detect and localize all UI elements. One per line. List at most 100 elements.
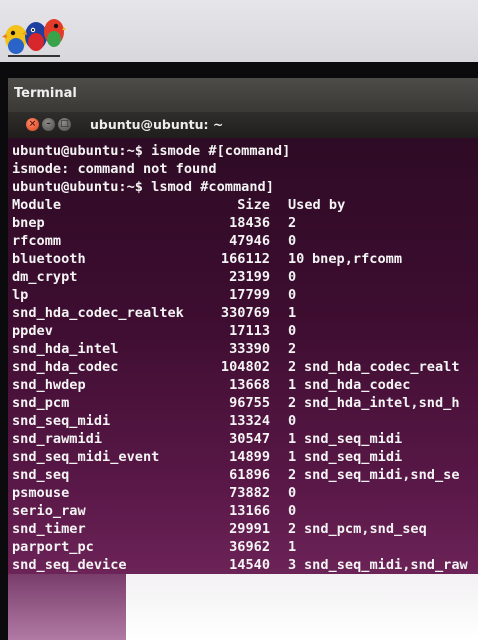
- module-use-count: 2: [288, 467, 297, 483]
- module-name: snd_hda_codec_realtek: [12, 305, 184, 321]
- module-use-count: 1: [288, 305, 297, 321]
- module-row: lp 17799 0: [12, 286, 478, 304]
- module-name: snd_hwdep: [12, 377, 86, 393]
- window-title: ubuntu@ubuntu: ~: [90, 117, 224, 132]
- module-used-by: snd_pcm,snd_seq: [304, 521, 427, 537]
- module-size: 47946: [229, 233, 270, 249]
- module-use-count: 0: [288, 485, 297, 501]
- module-name: snd_timer: [12, 521, 86, 537]
- module-use-count: 2: [288, 215, 297, 231]
- terminal-line: ubuntu@ubuntu:~$ lsmod #command]: [12, 179, 274, 195]
- module-used-by: snd_hda_codec_realt: [304, 359, 460, 375]
- module-row: bluetooth 166112 10 bnep,rfcomm: [12, 250, 478, 268]
- module-size: 166112: [220, 251, 270, 267]
- module-use-count: 0: [288, 503, 297, 519]
- window-titlebar[interactable]: × – □ ubuntu@ubuntu: ~: [8, 112, 478, 138]
- module-row: snd_seq_device 14540 3 snd_seq_midi,snd_raw: [12, 556, 478, 574]
- module-name: snd_hda_intel: [12, 341, 119, 357]
- minimize-icon[interactable]: –: [42, 118, 55, 131]
- module-row: ppdev 17113 0: [12, 322, 478, 340]
- module-row: snd_rawmidi 30547 1 snd_seq_midi: [12, 430, 478, 448]
- module-size: 330769: [220, 305, 270, 321]
- module-use-count: 1: [288, 431, 297, 447]
- module-use-count: 2: [288, 359, 297, 375]
- module-name: snd_seq_midi_event: [12, 449, 160, 465]
- module-size: 33390: [229, 341, 270, 357]
- module-row: snd_seq 61896 2 snd_seq_midi,snd_se: [12, 466, 478, 484]
- module-used-by: bnep,rfcomm: [312, 251, 403, 267]
- module-used-by: snd_seq_midi: [304, 449, 403, 465]
- column-header-size: Size: [237, 197, 270, 213]
- module-name: rfcomm: [12, 233, 62, 249]
- module-size: 17799: [229, 287, 270, 303]
- top-menubar: Terminal: [8, 78, 478, 112]
- module-row: snd_hwdep 13668 1 snd_hda_codec: [12, 376, 478, 394]
- module-row: psmouse 73882 0: [12, 484, 478, 502]
- module-size: 30547: [229, 431, 270, 447]
- module-name: snd_seq_device: [12, 557, 127, 573]
- module-name: snd_seq_midi: [12, 413, 111, 429]
- module-use-count: 1: [288, 539, 297, 555]
- birds-logo-icon: [2, 19, 66, 57]
- module-size: 73882: [229, 485, 270, 501]
- module-size: 13166: [229, 503, 270, 519]
- module-row: snd_hda_codec_realtek 330769 1: [12, 304, 478, 322]
- module-name: dm_crypt: [12, 269, 78, 285]
- module-use-count: 0: [288, 413, 297, 429]
- module-used-by: snd_seq_midi: [304, 431, 403, 447]
- module-use-count: 0: [288, 323, 297, 339]
- module-name: snd_rawmidi: [12, 431, 103, 447]
- terminal-output[interactable]: ubuntu@ubuntu:~$ ismode #[command] ismode…: [8, 138, 478, 640]
- module-size: 104802: [220, 359, 270, 375]
- module-used-by: snd_hda_codec: [304, 377, 411, 393]
- module-use-count: 0: [288, 269, 297, 285]
- module-used-by: snd_seq_midi,snd_se: [304, 467, 460, 483]
- screen: Terminal × – □ ubuntu@ubuntu: ~ ubuntu@u…: [8, 78, 478, 640]
- module-use-count: 3: [288, 557, 297, 573]
- module-size: 36962: [229, 539, 270, 555]
- module-size: 18436: [229, 215, 270, 231]
- module-row: parport_pc 36962 1: [12, 538, 478, 556]
- module-size: 13324: [229, 413, 270, 429]
- module-row: snd_seq_midi_event 14899 1 snd_seq_midi: [12, 448, 478, 466]
- module-row: snd_seq_midi 13324 0: [12, 412, 478, 430]
- module-row: rfcomm 47946 0: [12, 232, 478, 250]
- module-row: dm_crypt 23199 0: [12, 268, 478, 286]
- module-use-count: 1: [288, 449, 297, 465]
- close-icon[interactable]: ×: [26, 118, 39, 131]
- module-name: psmouse: [12, 485, 70, 501]
- module-row: snd_hda_codec 104802 2 snd_hda_codec_realt: [12, 358, 478, 376]
- maximize-icon[interactable]: □: [58, 118, 71, 131]
- module-size: 14899: [229, 449, 270, 465]
- module-size: 29991: [229, 521, 270, 537]
- module-size: 23199: [229, 269, 270, 285]
- module-use-count: 10: [288, 251, 305, 267]
- module-row: bnep 18436 2: [12, 214, 478, 232]
- desktop-wallpaper-left: [8, 574, 126, 640]
- module-name: snd_hda_codec: [12, 359, 119, 375]
- module-use-count: 2: [288, 521, 297, 537]
- module-size: 13668: [229, 377, 270, 393]
- module-name: lp: [12, 287, 29, 303]
- module-name: bluetooth: [12, 251, 86, 267]
- module-used-by: snd_seq_midi,snd_raw: [304, 557, 468, 573]
- module-table-header: Module Size Used by: [12, 196, 478, 214]
- desktop-wallpaper-corner: [126, 574, 478, 640]
- module-row: snd_timer 29991 2 snd_pcm,snd_seq: [12, 520, 478, 538]
- module-row: snd_hda_intel 33390 2: [12, 340, 478, 358]
- module-name: snd_pcm: [12, 395, 70, 411]
- app-title: Terminal: [14, 86, 77, 101]
- module-size: 17113: [229, 323, 270, 339]
- module-used-by: snd_hda_intel,snd_h: [304, 395, 460, 411]
- terminal-line: ubuntu@ubuntu:~$ ismode #[command]: [12, 143, 291, 159]
- module-name: bnep: [12, 215, 45, 231]
- module-name: ppdev: [12, 323, 53, 339]
- terminal-line: ismode: command not found: [12, 161, 217, 177]
- column-header-used-by: Used by: [288, 197, 346, 213]
- module-name: snd_seq: [12, 467, 70, 483]
- column-header-module: Module: [12, 197, 62, 213]
- module-use-count: 2: [288, 395, 297, 411]
- module-row: serio_raw 13166 0: [12, 502, 478, 520]
- module-size: 14540: [229, 557, 270, 573]
- module-name: serio_raw: [12, 503, 86, 519]
